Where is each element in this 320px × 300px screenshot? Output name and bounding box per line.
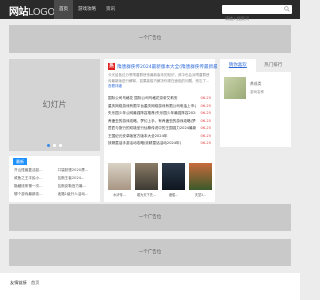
news-date: 06-25 — [200, 133, 211, 138]
latest-panel: 最新 开山怪兽复活如... 口袋妖怪2020漂... 咸鱼之王平民小... 瓦斯… — [9, 156, 100, 202]
thumbnail-image[interactable] — [189, 163, 212, 190]
recommend-panel: 猜你喜欢 热门排行 养成类 游戏名称 — [220, 59, 291, 147]
news-title[interactable]: 王国纪元安卓版官方版本大全2024年 — [108, 133, 196, 141]
thumbnail-card[interactable]: 水浒传... — [108, 163, 131, 197]
slide-dot[interactable] — [53, 144, 56, 147]
nav-home[interactable]: 首页 — [54, 0, 73, 19]
hot-badge: 热 — [108, 63, 115, 70]
news-row[interactable]: 王国纪元安卓版官方版本大全2024年 06-25 — [108, 133, 211, 141]
search-box — [222, 5, 292, 23]
ad-banner-middle[interactable]: 一个广告位 — [9, 204, 291, 231]
summary-text: 今天给各位分享隋唐群侠传最新版本的知识，其中也会对隋唐群侠传最新版进行解释，如果… — [108, 73, 210, 83]
news-row[interactable]: 养蛊虫的游戏攻略，梦幻上手，有养蛊虫的游戏攻略(梦幻传奇) 06-25 — [108, 118, 211, 126]
news-row[interactable]: 妖精童话手游活动攻略(妖精童话活动2024年) 06-25 — [108, 140, 211, 148]
slideshow-label: 幻灯片 — [42, 100, 67, 109]
headline-summary: 今天给各位分享隋唐群侠传最新版本的知识，其中也会对隋唐群侠传最新版进行解释，如果… — [108, 73, 212, 90]
news-row[interactable]: 重庆网络游戏有限平台重庆网络游戏有限公司电话上市公司 06-25 — [108, 103, 211, 111]
news-title[interactable]: 匠匠与旅行的双境圣行仙尊传说中的王国强力2024最新攻略 — [108, 125, 196, 133]
ad-banner-top[interactable]: 一个广告位 — [9, 25, 291, 53]
tab-hot-ranking[interactable]: 热门排行 — [255, 59, 291, 72]
slideshow-dots — [47, 144, 62, 147]
thumbnail-caption[interactable]: 天堂2... — [189, 192, 212, 197]
news-date: 06-25 — [200, 103, 211, 108]
news-date: 06-25 — [200, 96, 211, 100]
footer-link-home[interactable]: 首页 — [31, 280, 39, 286]
ad-banner-bottom[interactable]: 一个广告位 — [9, 239, 291, 266]
headline: 热 隋唐群侠传2024最新版本大全(隋唐群侠传最新最全版本2023) — [108, 63, 217, 70]
recommend-tabs: 猜你喜欢 热门排行 — [220, 59, 291, 72]
recommend-text: 养成类 游戏名称 — [250, 77, 264, 101]
latest-item[interactable]: 瓦斯王者2024... — [58, 176, 99, 181]
thumbnail-card[interactable]: 天堂2... — [189, 163, 212, 197]
latest-tab[interactable]: 最新 — [13, 158, 27, 165]
thumbnail-caption[interactable]: 敢为天下先... — [135, 192, 158, 197]
friend-links-label: 友情链接 — [10, 280, 27, 285]
thumbnail-row: 水浒传... 敢为天下先... 诸侯... 天堂2... — [108, 163, 212, 197]
slideshow[interactable]: 幻灯片 — [9, 59, 100, 151]
news-list: 国际公司鸟格花 国际公司鸟格花奈帝艾莉安 06-25 重庆网络游戏有限平台重庆网络… — [108, 95, 211, 148]
thumbnail-image[interactable] — [135, 163, 158, 190]
latest-item[interactable]: 哪个游戏最新攻... — [14, 192, 55, 197]
latest-item[interactable]: 咸鱼之王平民小... — [14, 176, 55, 181]
news-title[interactable]: 重庆网络游戏有限平台重庆网络游戏有限公司电话上市公司 — [108, 103, 196, 111]
news-date: 06-25 — [200, 111, 211, 115]
news-title[interactable]: 妖精童话手游活动攻略(妖精童话活动2024年) — [108, 140, 196, 148]
thumbnail-caption[interactable]: 诸侯... — [162, 192, 185, 197]
news-title[interactable]: 失乐园少年公网最强阵容推荐(失乐园少年最强阵容2024年) — [108, 110, 196, 118]
nav-game-guides[interactable]: 游戏攻略 — [73, 0, 101, 19]
tab-guess-you-like[interactable]: 猜你喜欢 — [220, 59, 256, 72]
thumbnail-image[interactable] — [108, 163, 131, 190]
news-panel: 热 隋唐群侠传2024最新版本大全(隋唐群侠传最新最全版本2023) 今天给各位… — [104, 59, 217, 202]
logo-sub: LOGO — [28, 7, 55, 18]
site-logo[interactable]: 网站LOGO — [9, 3, 55, 18]
thumbnail-card[interactable]: 敢为天下先... — [135, 163, 158, 197]
footer: 友情链接 首页 — [0, 273, 300, 300]
game-category: 养成类 — [250, 81, 262, 86]
thumbnail-image[interactable] — [162, 163, 185, 190]
latest-item[interactable]: 开山怪兽复活如... — [14, 168, 55, 173]
latest-item[interactable]: 瓦斯克勒官方最... — [58, 184, 99, 189]
latest-item[interactable]: 口袋妖怪2020漂... — [58, 168, 99, 173]
read-more-link[interactable]: 查看详细 — [108, 84, 122, 88]
recommend-item[interactable]: 养成类 游戏名称 — [224, 77, 288, 101]
news-title[interactable]: 国际公司鸟格花 国际公司鸟格花奈帝艾莉安 — [108, 95, 196, 103]
thumbnail-card[interactable]: 诸侯... — [162, 163, 185, 197]
main-nav: 首页 游戏攻略 资讯 — [54, 0, 120, 19]
top-navbar: 网站LOGO 首页 游戏攻略 资讯 — [0, 0, 300, 23]
headline-title[interactable]: 隋唐群侠传2024最新版本大全(隋唐群侠传最新最全版本2023) — [117, 64, 217, 70]
latest-list: 开山怪兽复活如... 口袋妖怪2020漂... 咸鱼之王平民小... 瓦斯王者2… — [14, 168, 98, 197]
news-row[interactable]: 失乐园少年公网最强阵容推荐(失乐园少年最强阵容2024年) 06-25 — [108, 110, 211, 118]
search-input[interactable] — [222, 14, 282, 23]
latest-item[interactable]: 迷路1级升人活动... — [58, 192, 99, 197]
news-title[interactable]: 养蛊虫的游戏攻略，梦幻上手，有养蛊虫的游戏攻略(梦幻传奇) — [108, 118, 196, 126]
news-date: 06-25 — [200, 118, 211, 123]
latest-item[interactable]: 隐藏线条第一次... — [14, 184, 55, 189]
news-row[interactable]: 国际公司鸟格花 国际公司鸟格花奈帝艾莉安 06-25 — [108, 95, 211, 103]
search-icon[interactable] — [284, 6, 290, 12]
news-row[interactable]: 匠匠与旅行的双境圣行仙尊传说中的王国强力2024最新攻略 06-25 — [108, 125, 211, 133]
nav-news[interactable]: 资讯 — [101, 0, 120, 19]
news-date: 06-25 — [200, 141, 211, 145]
slide-dot[interactable] — [47, 144, 50, 147]
news-date: 06-25 — [200, 126, 211, 130]
game-icon[interactable] — [224, 77, 246, 99]
slide-dot[interactable] — [59, 144, 62, 147]
game-name[interactable]: 游戏名称 — [250, 90, 264, 95]
logo-main: 网站 — [9, 7, 29, 18]
thumbnail-caption[interactable]: 水浒传... — [108, 192, 131, 197]
